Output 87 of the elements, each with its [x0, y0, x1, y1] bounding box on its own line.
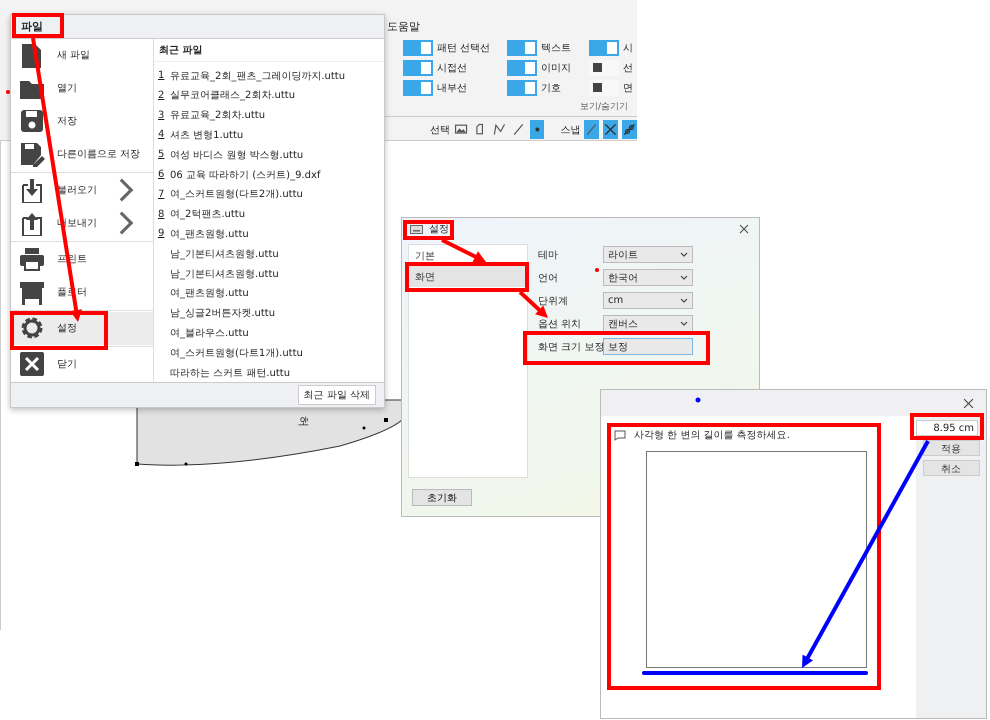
recent-file-item[interactable]: 5 여성 바디스 원형 박스형.uttu: [158, 144, 384, 165]
save-icon: [19, 108, 45, 134]
recent-file-item[interactable]: 8 여_2턱팬츠.uttu: [158, 204, 384, 224]
print-icon: [19, 246, 45, 272]
recent-file-item[interactable]: 여_스커트원형(다트1개).uttu: [158, 342, 384, 363]
close-icon: [19, 351, 45, 378]
section-title: 최근 파일: [154, 38, 384, 62]
apply-button[interactable]: 적용: [922, 440, 980, 456]
recent-file-item[interactable]: 여_팬츠원형.uttu: [158, 283, 384, 304]
point-tool-icon[interactable]: [530, 120, 544, 139]
saveas-icon: [19, 141, 45, 168]
toggle-label: 기호: [541, 82, 561, 95]
toggle-switch[interactable]: [507, 40, 537, 56]
toggle-label: 패턴 선택선: [437, 42, 490, 55]
highlight-frame: [12, 13, 64, 38]
recent-file-item[interactable]: 6 06 교육 따라하기 (스커트)_9.dxf: [158, 164, 384, 184]
toggle-label: 시접선: [437, 62, 467, 75]
toggle-label: 시: [623, 42, 633, 55]
recent-file-item[interactable]: 남_기본티셔츠원형.uttu: [158, 264, 384, 284]
plotter-icon: [19, 279, 45, 306]
recent-file-item[interactable]: 남_기본티셔츠원형.uttu: [158, 244, 384, 264]
recent-file-item[interactable]: 1 유료교육_2회_팬츠_그레이딩까지.uttu: [158, 66, 384, 86]
field-label: 언어: [538, 272, 558, 286]
category-item[interactable]: 기본: [409, 245, 527, 266]
recent-file-item[interactable]: 따라하는 스커트 패턴.uttu: [158, 362, 384, 382]
menu-title[interactable]: 파일: [11, 18, 53, 34]
dropdown[interactable]: cm: [603, 292, 693, 309]
recent-file-item[interactable]: 3 유료교육_2회차.uttu: [158, 105, 384, 126]
toggle-label: 이미지: [541, 62, 571, 75]
recent-file-item[interactable]: 9 여_팬츠원형.uttu: [158, 224, 384, 244]
caret-icon: [680, 274, 688, 280]
length-field[interactable]: 8.95 cm: [916, 420, 978, 436]
snap-label: 스냅: [560, 124, 580, 136]
menu-item[interactable]: 닫기: [11, 348, 153, 381]
recent-file-item[interactable]: 여_블라우스.uttu: [158, 323, 384, 343]
category-item[interactable]: 화면: [409, 266, 527, 287]
toggle-switch[interactable]: [403, 60, 433, 76]
instruction-text: 사각형 한 변의 길이를 측정하세요.: [634, 429, 790, 442]
recent-file-item[interactable]: 2 실무코어클래스_2회차.uttu: [158, 85, 384, 106]
toggle-switch[interactable]: [403, 40, 433, 56]
clear-recent-button[interactable]: 최근 파일 삭제: [298, 385, 376, 406]
highlight-frame: [403, 220, 454, 240]
field-label: 화면 크기 보정: [538, 340, 604, 354]
group-label: 보기/숨기기: [580, 101, 628, 113]
recent-file-item[interactable]: 4 셔츠 변형1.uttu: [158, 125, 384, 145]
marker-dot: [6, 90, 10, 94]
chain-snap-icon[interactable]: [622, 120, 637, 139]
cancel-button[interactable]: 취소: [922, 460, 980, 476]
field-label: 테마: [538, 248, 558, 262]
marker-dot: [595, 268, 599, 272]
field-label: 옵션 위치: [538, 318, 582, 332]
dropdown[interactable]: 캔버스: [603, 315, 693, 332]
dialog-title: 설정: [429, 223, 449, 236]
marker-dot: [696, 398, 700, 402]
calibrate-button[interactable]: 보정: [603, 338, 693, 355]
settings-icon: [19, 315, 45, 342]
toggle-switch[interactable]: [589, 80, 619, 96]
dropdown[interactable]: 한국어: [603, 269, 693, 286]
reset-button[interactable]: 초기화: [412, 489, 472, 506]
menu-item[interactable]: 도움말: [385, 14, 637, 38]
caret-icon: [680, 252, 688, 258]
toggle-label: 선: [623, 62, 633, 75]
toggle-label: 내부선: [437, 82, 467, 95]
keyboard-icon: [410, 224, 423, 234]
dropdown[interactable]: 라이트: [603, 246, 693, 263]
import-icon: [19, 177, 45, 204]
recent-file-item[interactable]: 남_싱글2버튼자켓.uttu: [158, 303, 384, 324]
toggle-switch[interactable]: [403, 80, 433, 96]
toggle-label: 면: [623, 82, 633, 95]
line-snap-icon[interactable]: [584, 120, 600, 139]
recent-file-item[interactable]: 7 여_스커트원형(다트2개).uttu: [158, 184, 384, 204]
close-icon[interactable]: [739, 224, 749, 234]
toggle-switch[interactable]: [589, 40, 619, 56]
comment-icon: [614, 430, 626, 440]
menu-item[interactable]: 다른이름으로 저장: [11, 138, 153, 171]
cross-snap-icon[interactable]: [603, 120, 618, 139]
field-label: 단위계: [538, 294, 568, 308]
piece-label: 허: [296, 416, 311, 427]
caret-icon: [680, 320, 688, 326]
select-label: 선택: [430, 124, 450, 136]
caret-icon: [680, 298, 688, 304]
close-icon[interactable]: [963, 398, 974, 408]
toggle-switch[interactable]: [589, 60, 619, 76]
toggle-label: 텍스트: [541, 42, 571, 55]
annotation-arrow: [441, 238, 486, 262]
toggle-switch[interactable]: [507, 80, 537, 96]
toggle-switch[interactable]: [507, 60, 537, 76]
